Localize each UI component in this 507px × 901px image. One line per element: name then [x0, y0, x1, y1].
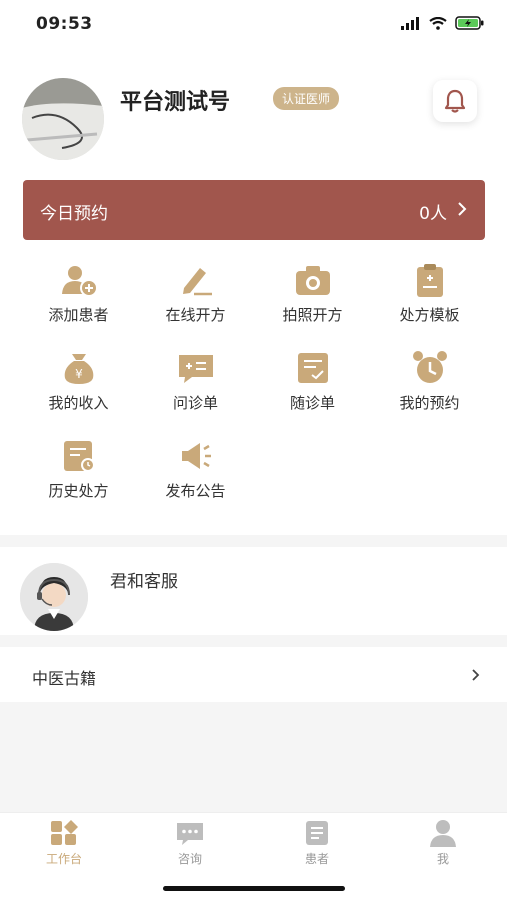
customer-service-row[interactable]: 君和客服 — [0, 547, 507, 635]
grid-item-my-appointments[interactable]: 我的预约 — [371, 350, 488, 430]
tab-label: 我 — [436, 852, 449, 866]
certified-badge: 认证医师 — [273, 87, 340, 110]
grid-item-add-patient[interactable]: 添加患者 — [20, 262, 137, 342]
megaphone-icon — [181, 443, 211, 469]
grid-label: 历史处方 — [48, 482, 109, 500]
grid-item-photo-prescription[interactable]: 拍照开方 — [254, 262, 371, 342]
tab-label: 患者 — [304, 852, 329, 866]
tab-consult[interactable]: 咨询 — [150, 819, 230, 867]
tab-patients[interactable]: 患者 — [277, 819, 357, 867]
grid-label: 我的预约 — [399, 394, 460, 412]
grid-label: 随诊单 — [289, 394, 335, 412]
customer-service-avatar — [20, 563, 88, 631]
clipboard-icon — [416, 264, 443, 297]
grid-label: 添加患者 — [48, 306, 109, 324]
appointment-label: 今日预约 — [40, 204, 108, 224]
camera-icon — [295, 266, 330, 295]
customer-service-name: 君和客服 — [110, 572, 178, 592]
online-prescription-icon — [182, 268, 212, 296]
grid-label: 问诊单 — [172, 394, 218, 412]
signal-icon — [401, 16, 419, 30]
grid-item-consult-form[interactable]: 问诊单 — [137, 350, 254, 430]
chevron-right-icon — [458, 202, 467, 216]
battery-icon — [455, 16, 484, 30]
grid-item-followup-form[interactable]: 随诊单 — [254, 350, 371, 430]
grid-label: 发布公告 — [165, 482, 226, 500]
history-prescription-icon — [63, 441, 95, 472]
grid-item-history-prescription[interactable]: 历史处方 — [20, 438, 137, 518]
tab-workbench[interactable]: 工作台 — [24, 819, 104, 867]
grid-label: 在线开方 — [165, 306, 226, 324]
svg-text:¥: ¥ — [75, 367, 83, 381]
grid-item-publish-notice[interactable]: 发布公告 — [137, 438, 254, 518]
add-patient-icon — [61, 266, 98, 297]
bell-icon — [444, 89, 466, 113]
wifi-icon — [429, 16, 447, 30]
tab-me[interactable]: 我 — [403, 819, 483, 867]
tab-label: 工作台 — [45, 852, 82, 866]
grid-item-online-prescription[interactable]: 在线开方 — [137, 262, 254, 342]
patient-list-icon — [306, 821, 328, 845]
money-bag-icon: ¥ — [64, 354, 93, 384]
alarm-clock-icon — [412, 351, 447, 383]
user-icon — [430, 820, 456, 847]
grid-item-prescription-template[interactable]: 处方模板 — [371, 262, 488, 342]
workbench-icon — [51, 820, 78, 845]
grid-label: 处方模板 — [399, 306, 460, 324]
grid-label: 我的收入 — [48, 394, 109, 412]
status-bar: 09:53 — [0, 0, 507, 50]
home-indicator — [163, 886, 345, 891]
tab-label: 咨询 — [177, 852, 202, 866]
avatar[interactable] — [22, 78, 104, 160]
appointment-count: 0人 — [419, 204, 447, 224]
profile-name: 平台测试号 — [120, 90, 231, 115]
status-time: 09:53 — [36, 14, 93, 34]
notification-button[interactable] — [433, 80, 477, 122]
followup-form-icon — [297, 353, 328, 383]
consult-form-icon — [178, 355, 213, 383]
tcm-classics-label: 中医古籍 — [32, 669, 97, 688]
chevron-right-icon — [472, 669, 480, 681]
tcm-classics-row[interactable]: 中医古籍 — [0, 647, 507, 702]
status-icons — [401, 16, 485, 30]
chat-icon — [177, 823, 203, 845]
today-appointment-bar[interactable]: 今日预约 0人 — [23, 180, 485, 240]
grid-item-my-income[interactable]: ¥ 我的收入 — [20, 350, 137, 430]
grid-label: 拍照开方 — [282, 306, 343, 324]
